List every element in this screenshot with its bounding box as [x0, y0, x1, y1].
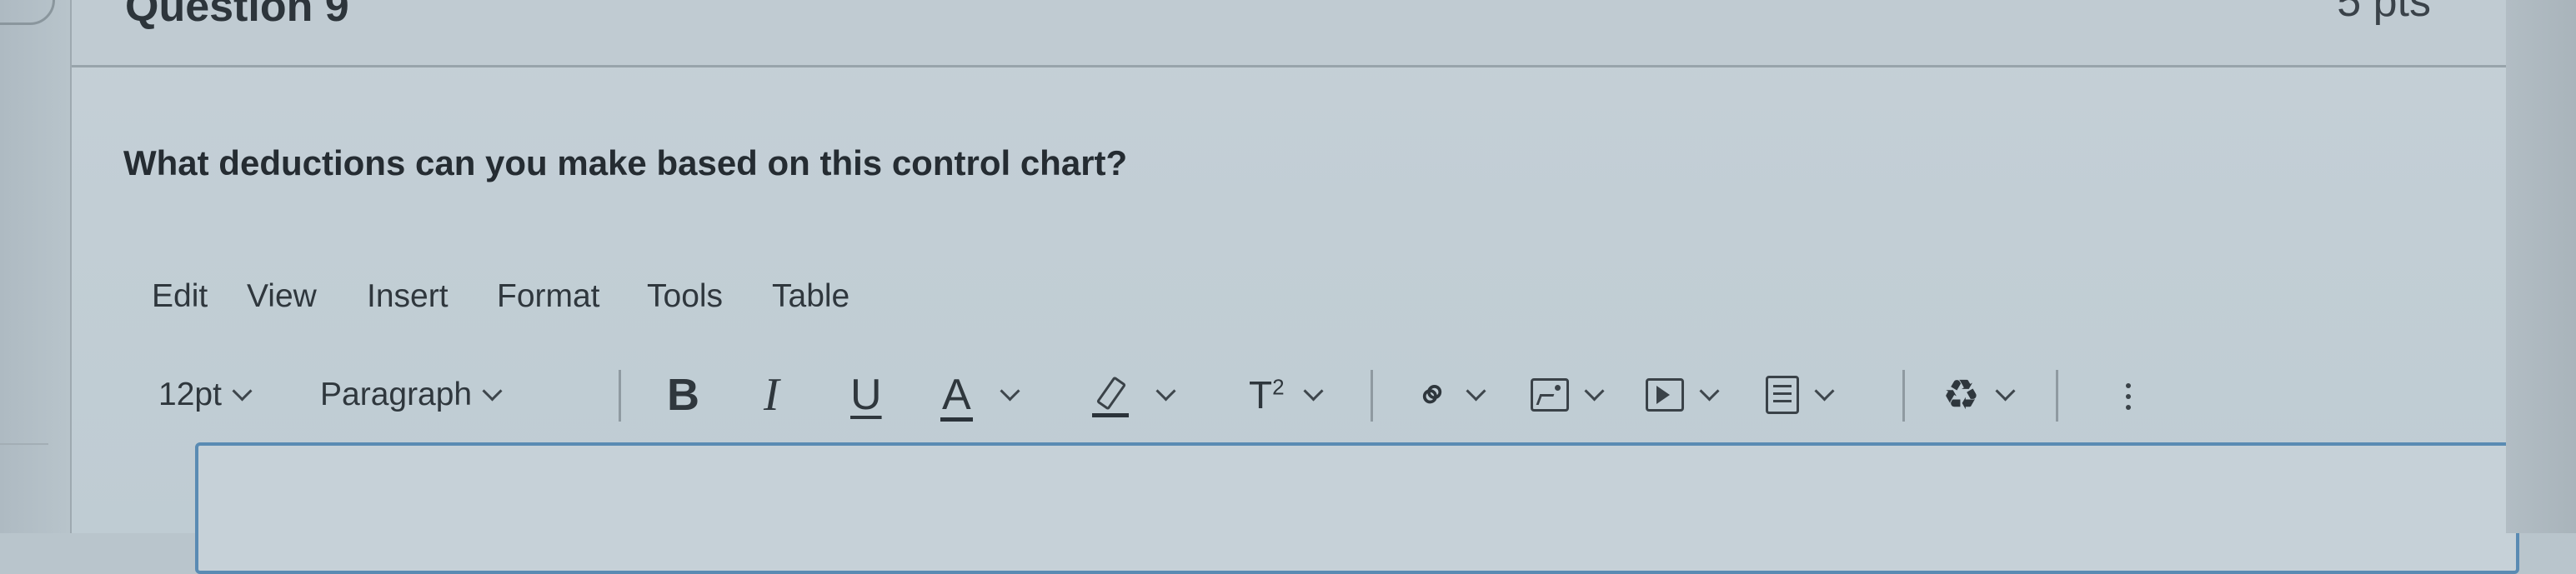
chevron-down-icon [1699, 380, 1720, 402]
chevron-down-icon [1155, 380, 1176, 402]
menu-insert[interactable]: Insert [367, 278, 449, 315]
font-color-icon: A [940, 371, 973, 422]
apps-button[interactable]: ♻ [1942, 362, 2016, 428]
question-text: What deductions can you make based on th… [123, 143, 1128, 182]
chevron-down-icon [1814, 380, 1835, 402]
bold-icon: B [667, 370, 699, 420]
underline-icon: U [850, 371, 882, 419]
question-flag-tab[interactable] [0, 0, 55, 25]
italic-button[interactable]: I [764, 362, 779, 428]
more-options-button[interactable] [2126, 362, 2131, 428]
menu-table[interactable]: Table [772, 278, 849, 315]
question-card: Question 9 5 pts What deductions can you… [70, 0, 2519, 574]
media-button[interactable] [1646, 362, 1720, 428]
block-format-dropdown[interactable]: Paragraph [320, 362, 503, 428]
underline-button[interactable]: U [850, 362, 882, 428]
question-title: Question 9 [125, 0, 349, 31]
toolbar-separator [2056, 370, 2058, 422]
gutter-divider [0, 443, 48, 445]
block-format-value: Paragraph [320, 377, 473, 412]
editor-toolbar: 12pt Paragraph B I U A T2 ⚭ ♻ [142, 362, 2176, 428]
chevron-down-icon [1584, 380, 1605, 402]
plugin-icon: ♻ [1942, 372, 1980, 418]
menu-edit[interactable]: Edit [152, 278, 208, 315]
superscript-icon: T2 [1249, 376, 1285, 414]
media-icon [1646, 378, 1684, 412]
chevron-down-icon [1303, 380, 1324, 402]
font-color-button[interactable]: A [940, 362, 1020, 428]
chevron-down-icon [1466, 380, 1486, 402]
superscript-button[interactable]: T2 [1249, 362, 1324, 428]
chevron-down-icon [482, 380, 503, 402]
document-button[interactable] [1766, 362, 1835, 428]
menu-view[interactable]: View [247, 278, 317, 315]
more-options-icon [2126, 380, 2131, 410]
image-icon [1531, 378, 1569, 412]
image-button[interactable] [1531, 362, 1605, 428]
link-button[interactable]: ⚭ [1404, 362, 1486, 428]
bold-button[interactable]: B [667, 362, 699, 428]
right-margin [2506, 0, 2576, 533]
answer-text-area[interactable] [195, 442, 2519, 574]
superscript-label: T [1249, 373, 1273, 417]
font-size-dropdown[interactable]: 12pt [158, 362, 253, 428]
menu-format[interactable]: Format [497, 278, 600, 315]
italic-icon: I [764, 369, 779, 421]
link-icon: ⚭ [1404, 366, 1462, 424]
toolbar-separator [619, 370, 621, 422]
question-points: 5 pts [2337, 0, 2431, 26]
highlight-color-button[interactable] [1092, 362, 1176, 428]
highlight-icon [1092, 376, 1129, 417]
chevron-down-icon [232, 380, 253, 402]
chevron-down-icon [1000, 380, 1020, 402]
question-header: Question 9 5 pts [72, 0, 2506, 67]
toolbar-separator [1371, 370, 1373, 422]
toolbar-separator [1902, 370, 1905, 422]
font-size-value: 12pt [158, 377, 222, 412]
superscript-mark: 2 [1272, 374, 1285, 400]
menu-tools[interactable]: Tools [647, 278, 723, 315]
left-gutter [0, 0, 70, 533]
chevron-down-icon [1995, 380, 2016, 402]
document-icon [1766, 376, 1799, 414]
